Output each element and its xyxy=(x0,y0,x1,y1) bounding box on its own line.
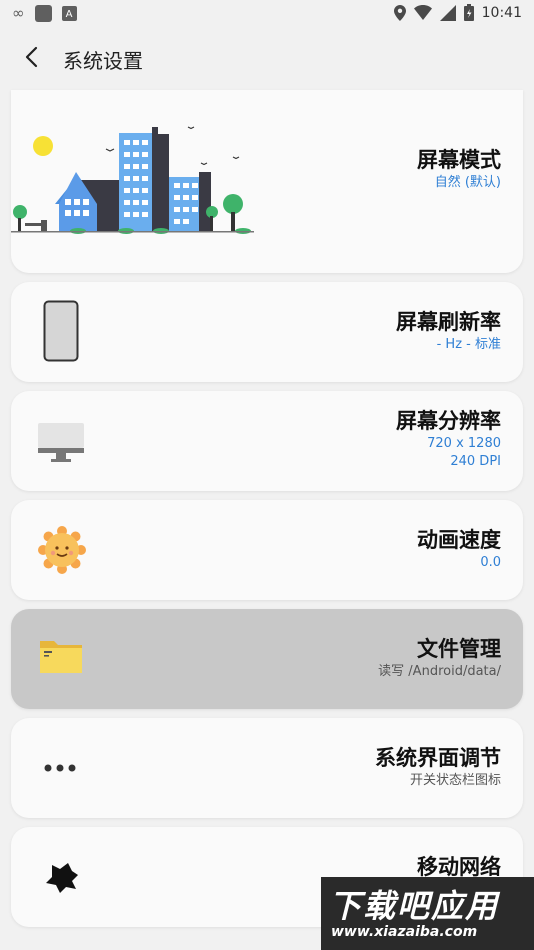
back-arrow-icon[interactable] xyxy=(18,43,46,71)
system-ui-value: 开关状态栏图标 xyxy=(409,773,501,788)
clock: 10:41 xyxy=(481,4,522,21)
screen-mode-item[interactable]: 屏幕模式 自然 (默认) xyxy=(11,90,523,273)
sun-face-icon xyxy=(38,526,86,574)
status-system: 10:41 xyxy=(393,4,522,21)
animation-speed-value: 0.0 xyxy=(480,555,501,570)
screen-mode-value: 自然 (默认) xyxy=(434,175,501,190)
status-notifications: ∞ A xyxy=(12,5,77,22)
system-ui-item[interactable]: 系统界面调节 开关状态栏图标 xyxy=(11,718,523,818)
system-ui-title: 系统界面调节 xyxy=(375,746,501,770)
file-management-item[interactable]: 文件管理 读写 /Android/data/ xyxy=(11,609,523,709)
page-title: 系统设置 xyxy=(63,49,143,73)
animation-speed-title: 动画速度 xyxy=(417,528,501,552)
resolution-size: 720 x 1280 xyxy=(427,436,501,451)
folder-icon xyxy=(40,641,82,673)
city-illustration-icon xyxy=(11,126,254,234)
status-bar: ∞ A 10:41 xyxy=(0,0,534,28)
refresh-rate-title: 屏幕刷新率 xyxy=(396,310,501,334)
location-icon xyxy=(393,4,406,21)
battery-icon xyxy=(463,4,474,21)
monitor-icon xyxy=(38,423,84,462)
square-app-icon xyxy=(34,5,52,22)
file-management-value: 读写 /Android/data/ xyxy=(378,664,501,679)
file-management-title: 文件管理 xyxy=(417,637,501,661)
more-dots-icon xyxy=(44,764,76,772)
watermark-logo: 下载吧应用 www.xiazaiba.com xyxy=(321,877,534,950)
refresh-rate-item[interactable]: 屏幕刷新率 - Hz - 标准 xyxy=(11,282,523,382)
screen-mode-title: 屏幕模式 xyxy=(417,148,501,172)
app-bar: 系统设置 xyxy=(0,28,534,88)
resolution-dpi: 240 DPI xyxy=(450,454,501,469)
refresh-rate-value: - Hz - 标准 xyxy=(436,337,501,352)
network-icon xyxy=(46,863,78,893)
signal-icon xyxy=(439,4,456,21)
watermark-brand: 下载吧应用 xyxy=(329,887,500,925)
animation-speed-item[interactable]: 动画速度 0.0 xyxy=(11,500,523,600)
phone-icon xyxy=(43,300,79,362)
wifi-icon xyxy=(413,5,432,20)
resolution-item[interactable]: 屏幕分辨率 720 x 1280 240 DPI xyxy=(11,391,523,491)
resolution-title: 屏幕分辨率 xyxy=(396,409,501,433)
a-app-icon: A xyxy=(61,6,77,21)
infinity-icon: ∞ xyxy=(12,4,25,22)
watermark-url: www.xiazaiba.com xyxy=(331,924,478,940)
